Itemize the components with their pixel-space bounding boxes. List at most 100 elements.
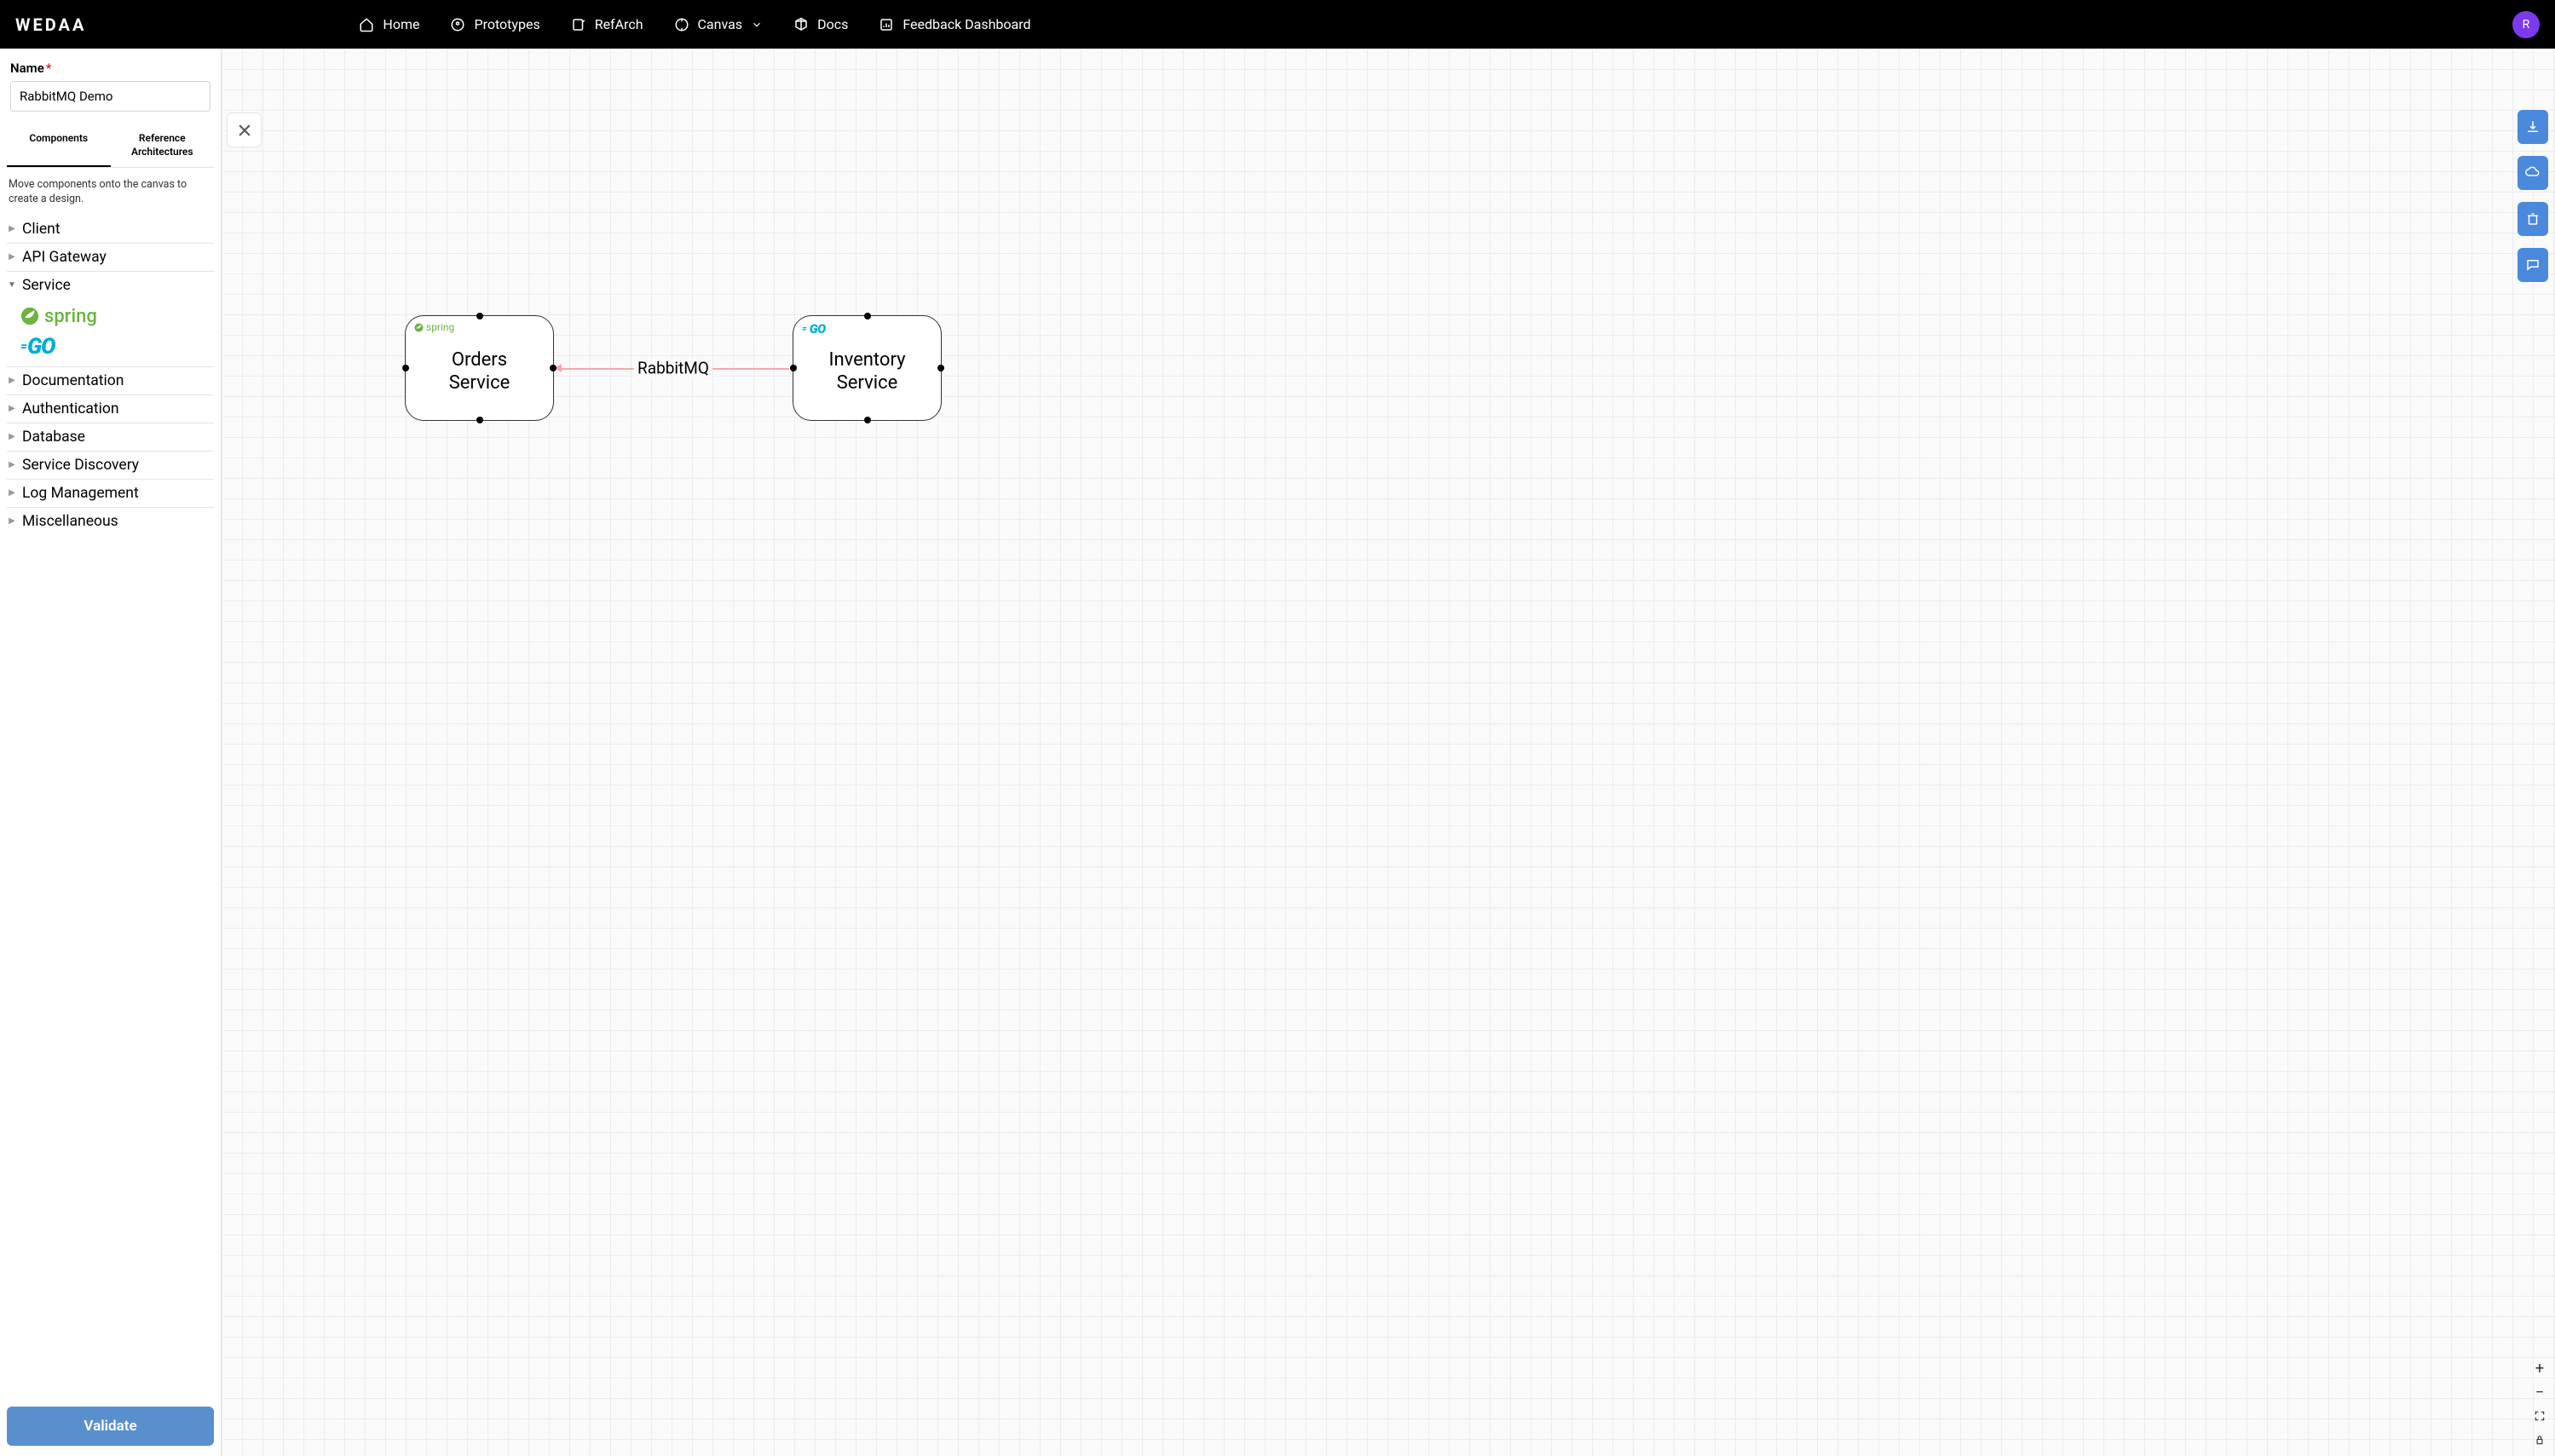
collapsed-icon: ▶ bbox=[7, 516, 17, 526]
app-header: WEDAA Home Prototypes RefArch Canvas Doc… bbox=[0, 0, 2555, 49]
clear-button[interactable] bbox=[2518, 202, 2548, 236]
port-top[interactable] bbox=[476, 313, 483, 319]
logo-text: WEDAA bbox=[15, 14, 86, 35]
category-service-label: Service bbox=[22, 277, 71, 294]
component-go[interactable]: =GO bbox=[15, 331, 214, 363]
canvas-area[interactable]: RabbitMQ spring Orders Service =GO Inven… bbox=[222, 49, 2555, 1456]
chat-icon bbox=[2525, 257, 2541, 273]
main-nav: Home Prototypes RefArch Canvas Docs Feed… bbox=[359, 16, 1030, 32]
node-tech-badge-go: =GO bbox=[802, 321, 826, 337]
logo: WEDAA bbox=[15, 14, 86, 35]
port-left[interactable] bbox=[790, 365, 797, 371]
download-button[interactable] bbox=[2518, 110, 2548, 144]
close-icon bbox=[236, 122, 253, 139]
fit-view-button[interactable] bbox=[2529, 1407, 2550, 1425]
docs-icon bbox=[793, 17, 809, 32]
collapsed-icon: ▶ bbox=[7, 376, 17, 385]
port-right[interactable] bbox=[550, 365, 557, 371]
category-database[interactable]: ▶ Database bbox=[7, 423, 214, 452]
category-authentication[interactable]: ▶ Authentication bbox=[7, 395, 214, 423]
node-inventory-service[interactable]: =GO Inventory Service bbox=[793, 315, 942, 421]
node-inventory-label: Inventory Service bbox=[822, 348, 912, 395]
category-servicediscovery-label: Service Discovery bbox=[22, 457, 139, 474]
sidebar-tabs: Components Reference Architectures bbox=[7, 124, 214, 168]
refarch-icon bbox=[571, 17, 586, 32]
category-database-label: Database bbox=[22, 429, 85, 446]
port-bottom[interactable] bbox=[476, 417, 483, 423]
port-right[interactable] bbox=[937, 365, 944, 371]
edge-label[interactable]: RabbitMQ bbox=[634, 359, 712, 378]
component-spring[interactable]: spring bbox=[15, 302, 214, 331]
port-top[interactable] bbox=[864, 313, 871, 319]
category-miscellaneous[interactable]: ▶ Miscellaneous bbox=[7, 508, 214, 535]
nav-docs-label: Docs bbox=[817, 16, 848, 32]
canvas-icon bbox=[674, 17, 689, 32]
category-logmanagement-label: Log Management bbox=[22, 485, 139, 502]
save-button[interactable] bbox=[2518, 156, 2548, 190]
node-orders-service[interactable]: spring Orders Service bbox=[405, 315, 554, 421]
category-authentication-label: Authentication bbox=[22, 400, 119, 417]
port-bottom[interactable] bbox=[864, 417, 871, 423]
spring-logo: spring bbox=[20, 306, 209, 327]
go-logo: =GO bbox=[20, 334, 209, 360]
nav-canvas-label: Canvas bbox=[698, 16, 743, 32]
sidebar-hint: Move components onto the canvas to creat… bbox=[7, 168, 214, 216]
category-servicediscovery[interactable]: ▶ Service Discovery bbox=[7, 452, 214, 480]
spring-icon bbox=[20, 307, 39, 325]
lock-icon bbox=[2534, 1434, 2546, 1446]
tab-reference-architectures[interactable]: Reference Architectures bbox=[111, 124, 215, 167]
spring-icon bbox=[414, 323, 424, 332]
category-documentation[interactable]: ▶ Documentation bbox=[7, 367, 214, 395]
collapsed-icon: ▶ bbox=[7, 404, 17, 413]
trash-icon bbox=[2525, 211, 2541, 227]
avatar-initial: R bbox=[2523, 18, 2530, 32]
nav-refarch-label: RefArch bbox=[595, 16, 643, 32]
name-input[interactable] bbox=[10, 81, 211, 112]
category-apigateway[interactable]: ▶API Gateway bbox=[7, 244, 214, 272]
download-icon bbox=[2525, 119, 2541, 135]
nav-canvas[interactable]: Canvas bbox=[674, 16, 764, 32]
category-apigateway-label: API Gateway bbox=[22, 249, 107, 266]
cloud-save-icon bbox=[2525, 165, 2541, 181]
prototypes-icon bbox=[450, 17, 465, 32]
nav-refarch[interactable]: RefArch bbox=[571, 16, 643, 32]
nav-home-label: Home bbox=[383, 16, 419, 32]
nav-docs[interactable]: Docs bbox=[793, 16, 848, 32]
category-logmanagement[interactable]: ▶ Log Management bbox=[7, 480, 214, 508]
sidebar: Name* Components Reference Architectures… bbox=[0, 49, 222, 1456]
nav-home[interactable]: Home bbox=[359, 16, 419, 32]
category-documentation-label: Documentation bbox=[22, 372, 124, 389]
lock-button[interactable] bbox=[2529, 1430, 2550, 1449]
tab-components[interactable]: Components bbox=[7, 124, 111, 167]
collapsed-icon: ▶ bbox=[7, 432, 17, 441]
side-actions bbox=[2518, 110, 2548, 282]
name-label: Name* bbox=[7, 57, 214, 81]
node-tech-badge-spring: spring bbox=[414, 321, 454, 333]
zoom-in-button[interactable]: + bbox=[2529, 1359, 2550, 1378]
category-client-label: Client bbox=[22, 221, 61, 238]
feedback-button[interactable] bbox=[2518, 248, 2548, 282]
chevron-down-icon bbox=[751, 19, 763, 31]
nav-prototypes[interactable]: Prototypes bbox=[450, 16, 539, 32]
category-client[interactable]: ▶ Client bbox=[7, 216, 214, 244]
expanded-icon: ▼ bbox=[7, 280, 17, 290]
zoom-out-button[interactable]: − bbox=[2529, 1383, 2550, 1401]
nav-feedback[interactable]: Feedback Dashboard bbox=[879, 16, 1030, 32]
avatar[interactable]: R bbox=[2512, 11, 2540, 38]
main: Name* Components Reference Architectures… bbox=[0, 49, 2555, 1456]
close-sidebar-button[interactable] bbox=[227, 112, 262, 147]
validate-button[interactable]: Validate bbox=[7, 1407, 214, 1446]
category-list: ▶Client ▶API Gateway ▼Service spring =GO… bbox=[7, 216, 214, 1400]
category-miscellaneous-label: Miscellaneous bbox=[22, 513, 118, 530]
port-left[interactable] bbox=[402, 365, 409, 371]
collapsed-icon: ▶ bbox=[7, 488, 17, 498]
collapsed-icon: ▶ bbox=[7, 224, 17, 233]
category-service[interactable]: ▼ Service bbox=[7, 272, 214, 299]
node-orders-label: Orders Service bbox=[442, 348, 517, 395]
required-asterisk: * bbox=[46, 60, 52, 76]
dashboard-icon bbox=[879, 17, 894, 32]
nav-prototypes-label: Prototypes bbox=[474, 16, 539, 32]
collapsed-icon: ▶ bbox=[7, 460, 17, 469]
nav-feedback-label: Feedback Dashboard bbox=[903, 16, 1030, 32]
service-children: spring =GO bbox=[7, 299, 214, 367]
